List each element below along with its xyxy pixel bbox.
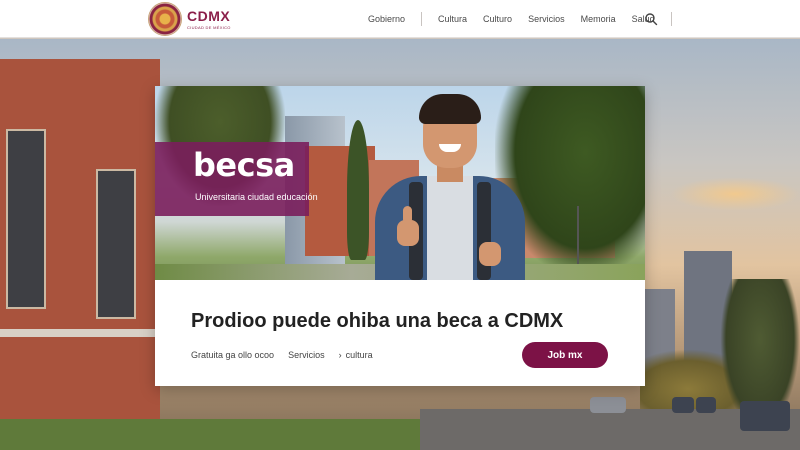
nav-item-cultura[interactable]: Cultura: [438, 14, 467, 24]
parked-car: [740, 401, 790, 431]
card-heading: Prodioo puede ohiba una beca a CDMX: [191, 310, 564, 332]
top-navigation-bar: CDMX CIUDAD DE MÉXICO Gobierno Cultura C…: [0, 0, 800, 38]
nav-divider: [421, 12, 423, 26]
meta-item[interactable]: Gratuita ga ollo ocoo: [191, 350, 274, 360]
becsa-title: becsa: [193, 146, 295, 184]
nav-item-gobierno[interactable]: Gobierno: [368, 14, 405, 24]
becsa-subtitle: Universitaria ciudad educación: [195, 192, 318, 202]
search-icon[interactable]: [644, 12, 658, 26]
becsa-overlay: becsa Universitaria ciudad educación: [155, 142, 318, 216]
logo-subtitle: CIUDAD DE MÉXICO: [187, 25, 231, 30]
city-seal-icon: [148, 2, 182, 36]
nav-item-servicios[interactable]: Servicios: [528, 14, 565, 24]
cdmx-logo[interactable]: CDMX CIUDAD DE MÉXICO: [148, 2, 231, 36]
campus-building-left: [0, 59, 160, 419]
chevron-right-icon: ›: [338, 350, 342, 360]
student-figure: [375, 92, 525, 280]
logo-text: CDMX CIUDAD DE MÉXICO: [187, 8, 231, 30]
hair: [419, 94, 481, 124]
shirt: [427, 176, 473, 280]
hand: [397, 220, 419, 246]
card-meta: Gratuita ga ollo ocoo Servicios › cultur…: [191, 350, 387, 360]
cta-button[interactable]: Job mx: [522, 342, 608, 368]
nav-divider: [670, 12, 672, 26]
meta-item[interactable]: cultura: [346, 350, 373, 360]
nav-item-memoria[interactable]: Memoria: [581, 14, 616, 24]
logo-title: CDMX: [187, 8, 231, 24]
meta-item[interactable]: Servicios: [288, 350, 325, 360]
parked-car: [590, 397, 626, 413]
parked-car: [696, 397, 716, 413]
building-ledge: [0, 329, 160, 337]
cypress-tree: [347, 120, 369, 260]
parked-car: [672, 397, 694, 413]
building-window: [96, 169, 136, 319]
nav-item-culturo[interactable]: Culturo: [483, 14, 512, 24]
hand: [479, 242, 501, 266]
sunset-cloud: [670, 177, 800, 211]
main-navigation: Gobierno Cultura Culturo Servicios Memor…: [360, 0, 680, 38]
student-photo: becsa Universitaria ciudad educación: [155, 86, 645, 280]
campus-lawn: [0, 419, 420, 450]
scholarship-card[interactable]: becsa Universitaria ciudad educación Pro…: [155, 86, 645, 386]
lamp-post: [577, 206, 579, 266]
building-window: [6, 129, 46, 309]
